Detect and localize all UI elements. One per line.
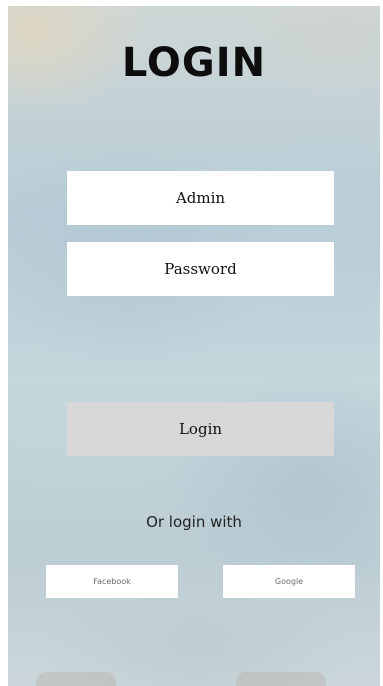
facebook-login-button[interactable]: Facebook [46,565,178,598]
google-login-button[interactable]: Google [223,565,355,598]
page-title: LOGIN [121,40,267,86]
username-input[interactable] [67,171,334,225]
background-decoration [236,672,326,686]
password-input[interactable] [67,242,334,296]
background-decoration [36,672,116,686]
social-login-prompt: Or login with [146,513,242,531]
login-button[interactable]: Login [67,402,334,456]
login-screen: LOGIN Login Or login with Facebook Googl… [8,6,380,686]
